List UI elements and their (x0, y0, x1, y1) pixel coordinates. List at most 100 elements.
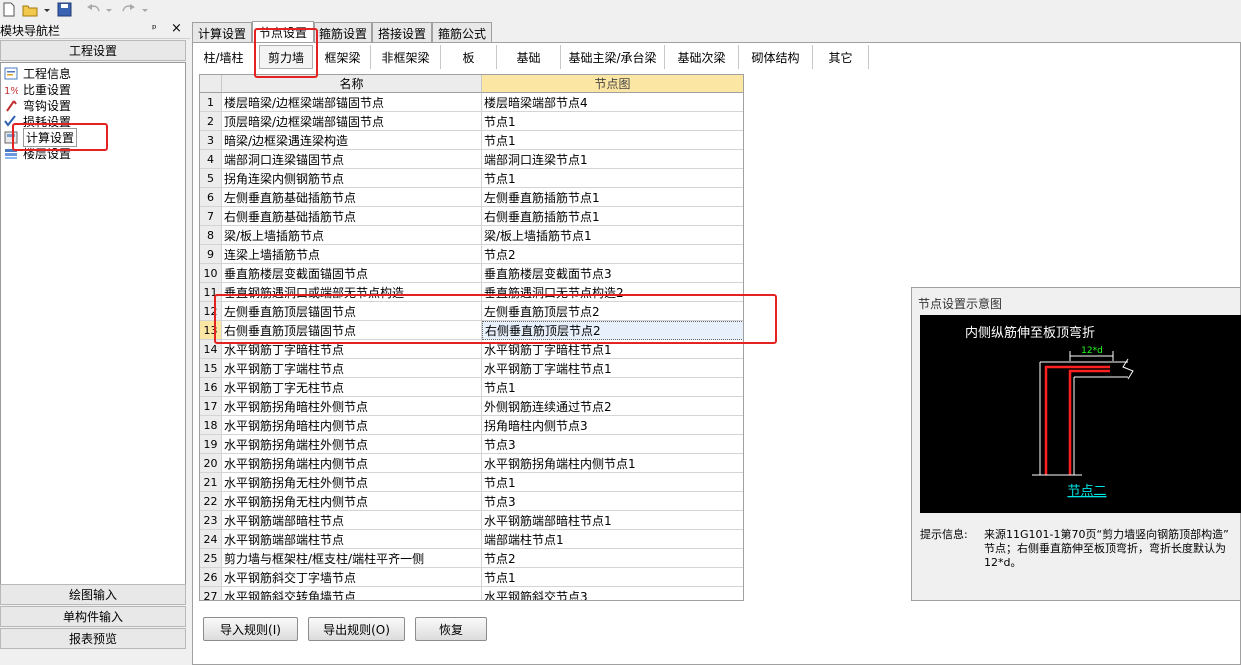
subtab-other[interactable]: 其它 (813, 45, 869, 69)
row-node-cell[interactable]: 节点2 (482, 549, 743, 568)
table-row[interactable]: 15 水平钢筋丁字端柱节点 水平钢筋丁字端柱节点1 (200, 359, 743, 378)
nav-title: 模块导航栏 (0, 24, 61, 38)
tree-item-weight[interactable]: 1% 比重设置 (3, 81, 71, 97)
section-drawing-input[interactable]: 绘图输入 (0, 584, 186, 605)
tab-stirrup-settings[interactable]: 箍筋设置 (314, 22, 372, 43)
row-name-cell: 垂直筋楼层变截面锚固节点 (222, 264, 482, 283)
tab-calc-settings[interactable]: 计算设置 (192, 22, 252, 43)
row-node-cell[interactable]: 垂直筋楼层变截面节点3 (482, 264, 743, 283)
row-node-cell[interactable]: 端部洞口连梁节点1 (482, 150, 743, 169)
table-row[interactable]: 8 梁/板上墙插筋节点 梁/板上墙插筋节点1 (200, 226, 743, 245)
table-row[interactable]: 10 垂直筋楼层变截面锚固节点 垂直筋楼层变截面节点3 (200, 264, 743, 283)
table-row[interactable]: 19 水平钢筋拐角端柱外侧节点 节点3 (200, 435, 743, 454)
subtab-masonry[interactable]: 砌体结构 (739, 45, 813, 69)
row-name-cell: 水平钢筋拐角端柱内侧节点 (222, 454, 482, 473)
row-node-cell[interactable]: 梁/板上墙插筋节点1 (482, 226, 743, 245)
table-row[interactable]: 18 水平钢筋拐角暗柱内侧节点 拐角暗柱内侧节点3 (200, 416, 743, 435)
table-row[interactable]: 24 水平钢筋端部端柱节点 端部端柱节点1 (200, 530, 743, 549)
row-node-cell[interactable]: 水平钢筋端部暗柱节点1 (482, 511, 743, 530)
row-name-cell: 水平钢筋丁字端柱节点 (222, 359, 482, 378)
node-diagram-svg: 内侧纵筋伸至板顶弯折 12*d 节点二 (965, 325, 1134, 499)
row-node-cell[interactable]: 节点1 (482, 131, 743, 150)
table-row[interactable]: 21 水平钢筋拐角无柱外侧节点 节点1 (200, 473, 743, 492)
table-row[interactable]: 26 水平钢筋斜交丁字墙节点 节点1 (200, 568, 743, 587)
table-row[interactable]: 5 拐角连梁内侧钢筋节点 节点1 (200, 169, 743, 188)
subtab-foundation-secondary-beam[interactable]: 基础次梁 (665, 45, 739, 69)
row-number: 15 (200, 359, 222, 378)
row-name-cell: 拐角连梁内侧钢筋节点 (222, 169, 482, 188)
table-row[interactable]: 20 水平钢筋拐角端柱内侧节点 水平钢筋拐角端柱内侧节点1 (200, 454, 743, 473)
row-node-cell[interactable]: 左侧垂直筋插筋节点1 (482, 188, 743, 207)
tree-item-hook[interactable]: 弯钩设置 (3, 97, 71, 113)
row-node-cell[interactable]: 楼层暗梁端部节点4 (482, 93, 743, 112)
node-diagram: 内侧纵筋伸至板顶弯折 12*d 节点二 (920, 315, 1241, 513)
row-number: 10 (200, 264, 222, 283)
row-node-cell[interactable]: 水平钢筋斜交节点3 (482, 587, 743, 600)
row-node-cell[interactable]: 节点1 (482, 378, 743, 397)
row-node-cell[interactable]: 端部端柱节点1 (482, 530, 743, 549)
row-node-cell[interactable]: 节点3 (482, 435, 743, 454)
hint-line-1: 来源11G101-1第70页“剪力墙竖向钢筋顶部构造” (984, 528, 1229, 541)
row-number: 5 (200, 169, 222, 188)
hook-icon (3, 98, 19, 112)
table-row[interactable]: 25 剪力墙与框架柱/框支柱/端柱平齐一侧 节点2 (200, 549, 743, 568)
table-row[interactable]: 2 顶层暗梁/边框梁端部锚固节点 节点1 (200, 112, 743, 131)
subtab-frame-beam[interactable]: 框架梁 (315, 45, 371, 69)
tab-stirrup-formula[interactable]: 箍筋公式 (432, 22, 492, 43)
subtab-column-wall[interactable]: 柱/墙柱 (193, 45, 255, 69)
preview-hint: 提示信息: 来源11G101-1第70页“剪力墙竖向钢筋顶部构造” 节点；右侧垂… (920, 528, 1241, 569)
row-number: 17 (200, 397, 222, 416)
tab-lap-settings[interactable]: 搭接设置 (372, 22, 432, 43)
row-node-cell[interactable]: 节点1 (482, 473, 743, 492)
section-report-preview[interactable]: 报表预览 (0, 628, 186, 649)
import-rules-button[interactable]: 导入规则(I) (203, 617, 298, 641)
subtab-slab[interactable]: 板 (441, 45, 497, 69)
inner-rebar (1068, 369, 1110, 475)
table-row[interactable]: 22 水平钢筋拐角无柱内侧节点 节点3 (200, 492, 743, 511)
row-node-cell[interactable]: 拐角暗柱内侧节点3 (482, 416, 743, 435)
close-icon[interactable]: × (171, 21, 182, 36)
row-node-cell[interactable]: 节点1 (482, 169, 743, 188)
row-name-cell: 暗梁/边框梁遇连梁构造 (222, 131, 482, 150)
table-row[interactable]: 7 右侧垂直筋基础插筋节点 右侧垂直筋插筋节点1 (200, 207, 743, 226)
section-project-settings[interactable]: 工程设置 (0, 40, 186, 61)
export-rules-button[interactable]: 导出规则(O) (308, 617, 405, 641)
subtab-non-frame-beam[interactable]: 非框架梁 (371, 45, 441, 69)
preview-title: 节点设置示意图 (918, 297, 1003, 311)
table-row[interactable]: 4 端部洞口连梁锚固节点 端部洞口连梁节点1 (200, 150, 743, 169)
annotation-top-anchor-rows (214, 294, 777, 344)
section-single-member-input[interactable]: 单构件输入 (0, 606, 186, 627)
tree-item-project-info[interactable]: 工程信息 (3, 65, 71, 81)
row-node-cell[interactable]: 外侧钢筋连续通过节点2 (482, 397, 743, 416)
table-row[interactable]: 17 水平钢筋拐角暗柱外侧节点 外侧钢筋连续通过节点2 (200, 397, 743, 416)
restore-button[interactable]: 恢复 (415, 617, 487, 641)
save-icon[interactable] (57, 1, 72, 18)
row-node-cell[interactable]: 水平钢筋拐角端柱内侧节点1 (482, 454, 743, 473)
subtab-foundation[interactable]: 基础 (497, 45, 561, 69)
new-file-icon[interactable] (2, 1, 16, 18)
undo-dropdown-icon[interactable] (106, 1, 112, 18)
pin-icon[interactable]: ᵖ (152, 22, 157, 35)
undo-icon[interactable] (86, 1, 102, 18)
row-node-cell[interactable]: 右侧垂直筋插筋节点1 (482, 207, 743, 226)
weight-icon: 1% (3, 82, 19, 96)
table-row[interactable]: 23 水平钢筋端部暗柱节点 水平钢筋端部暗柱节点1 (200, 511, 743, 530)
row-node-cell[interactable]: 节点1 (482, 568, 743, 587)
row-node-cell[interactable]: 节点2 (482, 245, 743, 264)
row-name-cell: 水平钢筋拐角暗柱内侧节点 (222, 416, 482, 435)
table-row[interactable]: 6 左侧垂直筋基础插筋节点 左侧垂直筋插筋节点1 (200, 188, 743, 207)
row-node-cell[interactable]: 节点1 (482, 112, 743, 131)
row-number: 21 (200, 473, 222, 492)
table-row[interactable]: 16 水平钢筋丁字无柱节点 节点1 (200, 378, 743, 397)
redo-dropdown-icon[interactable] (142, 1, 148, 18)
row-node-cell[interactable]: 节点3 (482, 492, 743, 511)
open-folder-icon[interactable] (22, 1, 40, 18)
table-row[interactable]: 27 水平钢筋斜交转角墙节点 水平钢筋斜交节点3 (200, 587, 743, 600)
row-node-cell[interactable]: 水平钢筋丁字端柱节点1 (482, 359, 743, 378)
table-row[interactable]: 9 连梁上墙插筋节点 节点2 (200, 245, 743, 264)
table-row[interactable]: 1 楼层暗梁/边框梁端部锚固节点 楼层暗梁端部节点4 (200, 93, 743, 112)
subtab-foundation-main-beam[interactable]: 基础主梁/承台梁 (561, 45, 665, 69)
dropdown-arrow-icon[interactable] (44, 1, 50, 18)
table-row[interactable]: 3 暗梁/边框梁遇连梁构造 节点1 (200, 131, 743, 150)
redo-icon[interactable] (120, 1, 136, 18)
